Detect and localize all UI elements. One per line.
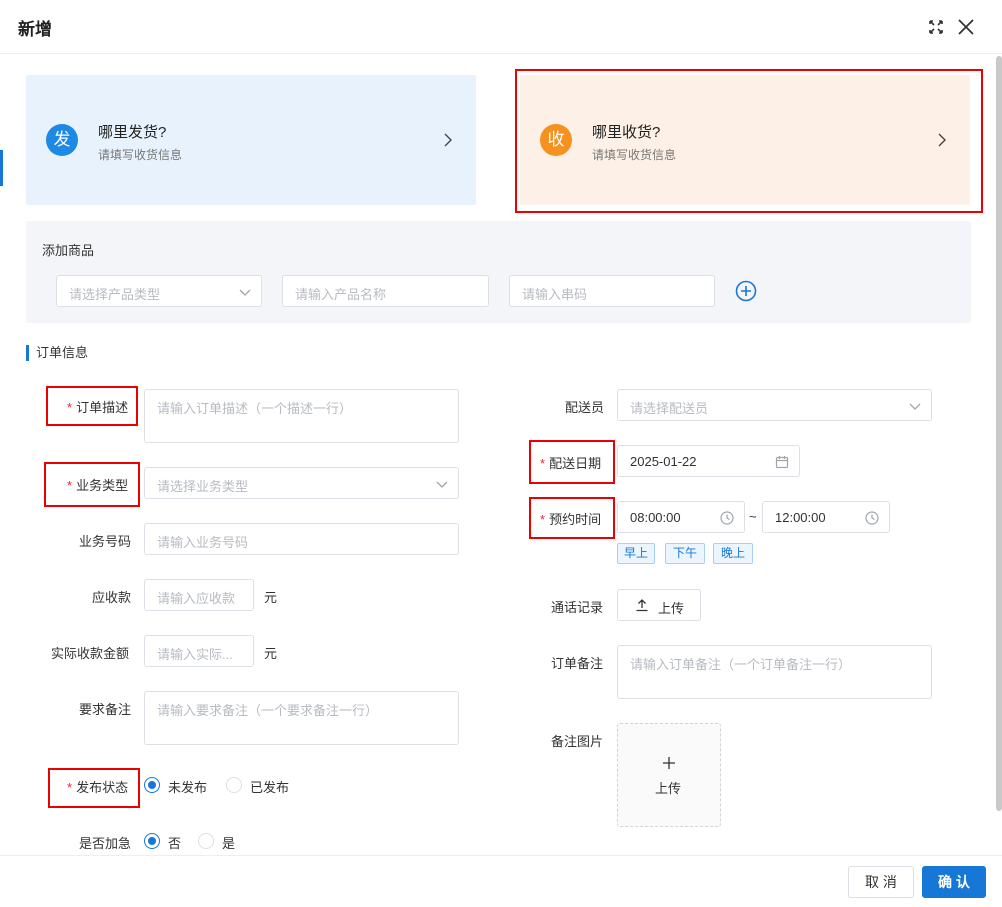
chevron-down-icon — [909, 400, 921, 410]
scrollbar[interactable] — [996, 56, 1002, 811]
product-type-placeholder: 请选择产品类型 — [69, 287, 161, 302]
requirement-remark-textarea[interactable]: 请输入要求备注（一个要求备注一行） — [144, 691, 459, 745]
radio-urgent-no[interactable] — [144, 833, 160, 849]
courier-placeholder: 请选择配送员 — [630, 401, 709, 416]
order-remark-placeholder: 请输入订单备注（一个订单备注一行） — [630, 657, 852, 672]
add-dialog: 新增 发 哪里发货? 请填写收货信息 收 哪里收货? 请填写收货信息 添加商品 … — [0, 0, 1002, 907]
tag-morning[interactable]: 早上 — [617, 543, 655, 564]
clock-icon — [865, 511, 879, 525]
send-title: 哪里发货? — [98, 124, 167, 141]
clock-icon — [720, 511, 734, 525]
upload-icon — [635, 598, 649, 615]
courier-select[interactable]: 请选择配送员 — [617, 389, 932, 421]
receivable-unit: 元 — [264, 590, 278, 605]
requirement-remark-label: 要求备注 — [79, 702, 132, 717]
close-icon[interactable] — [956, 17, 976, 37]
remark-image-label: 备注图片 — [551, 734, 604, 749]
radio-urgent-yes[interactable] — [198, 833, 214, 849]
radio-urgent-yes-label[interactable]: 是 — [222, 833, 235, 852]
receivable-input[interactable]: 请输入应收款 — [144, 579, 254, 611]
call-log-upload-button[interactable]: 上传 — [617, 589, 701, 621]
send-badge: 发 — [46, 124, 78, 156]
call-log-label: 通话记录 — [551, 600, 604, 615]
confirm-button[interactable]: 确 认 — [922, 866, 986, 898]
actual-amount-unit: 元 — [264, 646, 278, 661]
fullscreen-icon[interactable] — [926, 17, 946, 37]
actual-amount-placeholder: 请输入实际... — [157, 647, 233, 662]
order-desc-placeholder: 请输入订单描述（一个描述一行） — [157, 401, 353, 416]
biz-no-placeholder: 请输入业务号码 — [157, 535, 249, 550]
dialog-title: 新增 — [18, 20, 52, 39]
product-type-select[interactable]: 请选择产品类型 — [56, 275, 262, 307]
image-upload-box[interactable]: 上传 — [617, 723, 721, 827]
section-title-order-info: 订单信息 — [26, 345, 88, 361]
highlight-order-desc — [46, 386, 138, 426]
radio-published-label[interactable]: 已发布 — [250, 777, 289, 796]
end-time-picker[interactable]: 12:00:00 — [762, 501, 890, 533]
delivery-date-value: 2025-01-22 — [630, 454, 697, 469]
add-circle-icon[interactable] — [735, 280, 757, 302]
serial-number-input[interactable]: 请输入串码 — [509, 275, 715, 307]
send-address-card[interactable]: 发 哪里发货? 请填写收货信息 — [26, 75, 476, 205]
chevron-down-icon — [436, 478, 448, 488]
requirement-remark-placeholder: 请输入要求备注（一个要求备注一行） — [157, 703, 379, 718]
radio-unpublished-label[interactable]: 未发布 — [168, 777, 207, 796]
order-remark-textarea[interactable]: 请输入订单备注（一个订单备注一行） — [617, 645, 932, 699]
call-log-upload-label: 上传 — [658, 601, 685, 616]
actual-amount-label: 实际收款金额 — [51, 646, 130, 661]
highlight-appointment-time — [529, 497, 615, 539]
dialog-header: 新增 — [0, 0, 1002, 54]
receivable-label: 应收款 — [92, 590, 132, 605]
biz-type-select[interactable]: 请选择业务类型 — [144, 467, 459, 499]
urgent-label: 是否加急 — [79, 836, 132, 851]
serial-number-placeholder: 请输入串码 — [522, 287, 588, 302]
chevron-down-icon — [239, 286, 251, 296]
product-name-input[interactable]: 请输入产品名称 — [282, 275, 489, 307]
end-time-value: 12:00:00 — [775, 510, 826, 525]
courier-label: 配送员 — [565, 400, 605, 415]
dialog-footer: 取 消 确 认 — [0, 855, 1002, 907]
radio-unpublished[interactable] — [144, 777, 160, 793]
delivery-date-picker[interactable]: 2025-01-22 — [617, 445, 800, 477]
start-time-picker[interactable]: 08:00:00 — [617, 501, 745, 533]
image-upload-label: 上传 — [655, 781, 682, 796]
tag-evening[interactable]: 晚上 — [713, 543, 753, 564]
product-name-placeholder: 请输入产品名称 — [295, 287, 387, 302]
start-time-value: 08:00:00 — [630, 510, 681, 525]
highlight-biz-type — [44, 462, 140, 507]
add-goods-label: 添加商品 — [42, 243, 95, 258]
biz-no-label: 业务号码 — [79, 534, 132, 549]
calendar-icon — [775, 455, 789, 469]
time-separator: ~ — [749, 509, 757, 524]
cancel-button[interactable]: 取 消 — [848, 866, 914, 898]
page-edge-marker — [0, 150, 3, 186]
order-desc-textarea[interactable]: 请输入订单描述（一个描述一行） — [144, 389, 459, 443]
send-subtitle: 请填写收货信息 — [98, 148, 183, 162]
chevron-right-icon — [442, 131, 454, 149]
biz-no-input[interactable]: 请输入业务号码 — [144, 523, 459, 555]
receivable-placeholder: 请输入应收款 — [157, 591, 236, 606]
biz-type-placeholder: 请选择业务类型 — [157, 479, 249, 494]
highlight-delivery-date — [529, 440, 615, 484]
highlight-publish-status — [48, 768, 140, 808]
highlight-receive-card — [515, 69, 983, 213]
order-remark-label: 订单备注 — [551, 656, 604, 671]
radio-published[interactable] — [226, 777, 242, 793]
radio-urgent-no-label[interactable]: 否 — [168, 833, 181, 852]
actual-amount-input[interactable]: 请输入实际... — [144, 635, 254, 667]
plus-icon — [662, 756, 676, 773]
add-goods-panel: 添加商品 请选择产品类型 请输入产品名称 请输入串码 — [26, 221, 971, 323]
tag-afternoon[interactable]: 下午 — [665, 543, 705, 564]
